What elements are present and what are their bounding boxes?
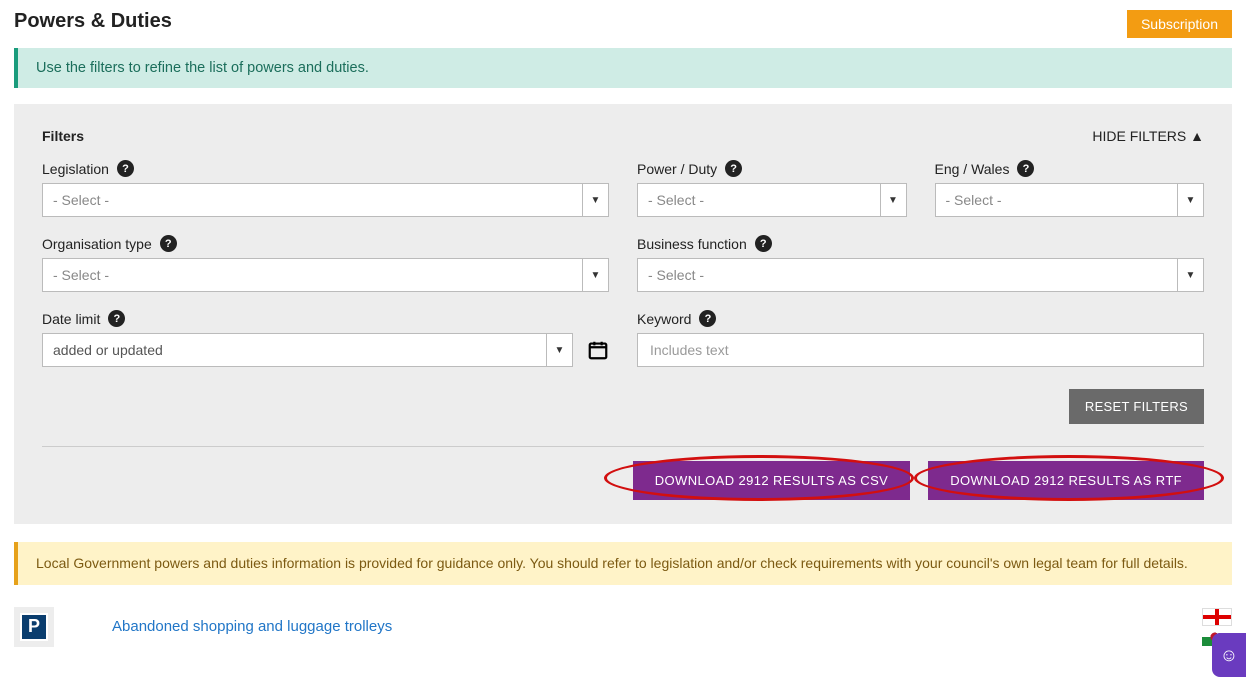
help-icon[interactable]: ? — [725, 160, 742, 177]
reset-filters-button[interactable]: RESET FILTERS — [1069, 389, 1204, 424]
date-limit-select[interactable]: added or updated ▼ — [42, 333, 573, 367]
flag-england-icon — [1202, 608, 1232, 626]
org-type-value: - Select - — [43, 259, 582, 291]
result-link[interactable]: Abandoned shopping and luggage trolleys — [112, 618, 392, 635]
eng-wales-select[interactable]: - Select - ▼ — [935, 183, 1205, 217]
help-icon[interactable]: ? — [108, 310, 125, 327]
eng-wales-label: Eng / Wales — [935, 161, 1010, 177]
chevron-down-icon: ▼ — [546, 334, 572, 366]
keyword-label: Keyword — [637, 311, 691, 327]
download-rtf-button[interactable]: DOWNLOAD 2912 RESULTS AS RTF — [928, 461, 1204, 500]
chevron-down-icon: ▼ — [582, 184, 608, 216]
power-duty-value: - Select - — [638, 184, 880, 216]
info-banner: Use the filters to refine the list of po… — [14, 48, 1232, 88]
help-icon[interactable]: ? — [699, 310, 716, 327]
help-icon[interactable]: ? — [755, 235, 772, 252]
calendar-icon[interactable] — [587, 339, 609, 361]
chevron-down-icon: ▼ — [880, 184, 906, 216]
warning-banner: Local Government powers and duties infor… — [14, 542, 1232, 585]
keyword-input[interactable] — [637, 333, 1204, 367]
org-type-select[interactable]: - Select - ▼ — [42, 258, 609, 292]
help-icon[interactable]: ? — [117, 160, 134, 177]
chevron-down-icon: ▼ — [1177, 184, 1203, 216]
result-type-badge: P — [14, 607, 54, 647]
business-function-label: Business function — [637, 236, 747, 252]
hide-filters-toggle[interactable]: HIDE FILTERS ▲ — [1092, 128, 1204, 144]
help-icon[interactable]: ? — [1017, 160, 1034, 177]
chevron-down-icon: ▼ — [582, 259, 608, 291]
legislation-value: - Select - — [43, 184, 582, 216]
org-type-label: Organisation type — [42, 236, 152, 252]
filters-panel: Filters HIDE FILTERS ▲ Legislation ? - S… — [14, 104, 1232, 524]
chat-widget[interactable]: ☺ — [1212, 633, 1246, 677]
date-limit-label: Date limit — [42, 311, 100, 327]
subscription-button[interactable]: Subscription — [1127, 10, 1232, 38]
business-function-value: - Select - — [638, 259, 1177, 291]
divider — [42, 446, 1204, 447]
chevron-down-icon: ▼ — [1177, 259, 1203, 291]
download-csv-button[interactable]: DOWNLOAD 2912 RESULTS AS CSV — [633, 461, 910, 500]
power-duty-label: Power / Duty — [637, 161, 717, 177]
date-limit-value: added or updated — [43, 334, 546, 366]
page-title: Powers & Duties — [14, 10, 172, 33]
help-icon[interactable]: ? — [160, 235, 177, 252]
badge-letter: P — [20, 613, 48, 641]
power-duty-select[interactable]: - Select - ▼ — [637, 183, 907, 217]
filters-heading: Filters — [42, 128, 84, 144]
business-function-select[interactable]: - Select - ▼ — [637, 258, 1204, 292]
download-row: DOWNLOAD 2912 RESULTS AS CSV DOWNLOAD 29… — [42, 461, 1204, 500]
legislation-select[interactable]: - Select - ▼ — [42, 183, 609, 217]
eng-wales-value: - Select - — [936, 184, 1178, 216]
result-row: P Abandoned shopping and luggage trolley… — [14, 599, 1232, 655]
legislation-label: Legislation — [42, 161, 109, 177]
